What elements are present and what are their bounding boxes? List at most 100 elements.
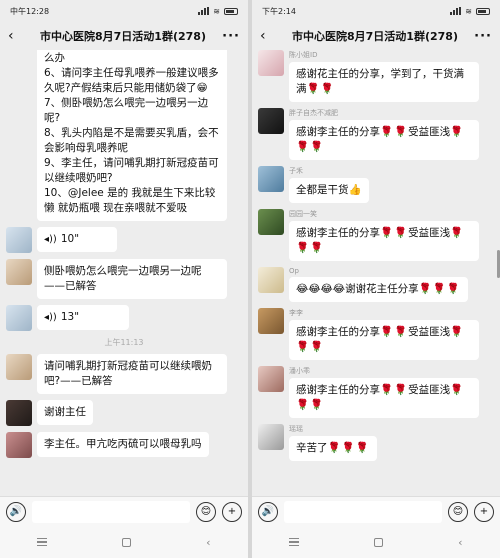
more-icon[interactable]: ··· bbox=[474, 29, 492, 44]
voice-message[interactable]: ◂)) 13" bbox=[37, 305, 129, 330]
avatar[interactable] bbox=[258, 108, 284, 134]
message: 潘小乖 感谢李主任的分享🌹🌹受益匪浅🌹🌹🌹 bbox=[252, 366, 500, 418]
plus-icon[interactable]: + bbox=[222, 501, 242, 522]
sender-name: 瑶瑶 bbox=[289, 425, 303, 433]
back-icon[interactable]: ‹ bbox=[260, 28, 276, 44]
system-nav-bar: ‹ bbox=[0, 526, 248, 558]
message-line: 7、侧卧喂奶怎么喂完一边喂另一边呢? bbox=[44, 97, 209, 124]
message: Op 😂😂😂😂谢谢花主任分享🌹🌹🌹 bbox=[252, 267, 500, 302]
battery-icon bbox=[224, 7, 238, 15]
avatar[interactable] bbox=[6, 400, 32, 426]
message-text: 受益匪浅 bbox=[408, 384, 451, 396]
emoji-icon[interactable]: 😊 bbox=[448, 501, 468, 522]
message: 李李 感谢李主任的分享🌹🌹受益匪浅🌹🌹🌹 bbox=[252, 308, 500, 360]
chat-header: ‹ 市中心医院8月7日活动1群(278) ··· bbox=[252, 22, 500, 50]
menu-icon[interactable] bbox=[37, 537, 48, 547]
message-text: 感谢李主任的分享 bbox=[296, 126, 380, 138]
message-text: 受益匪浅 bbox=[408, 227, 451, 239]
message-bubble[interactable]: 侧卧喂奶怎么喂完一边喂另一边呢——已解答 bbox=[37, 259, 227, 299]
plus-icon[interactable]: + bbox=[474, 501, 494, 522]
avatar[interactable] bbox=[258, 424, 284, 450]
avatar[interactable] bbox=[258, 267, 284, 293]
avatar[interactable] bbox=[258, 166, 284, 192]
message-line: 9、李主任，请问哺乳期打新冠疫苗可以继续喂奶吧? bbox=[44, 157, 219, 184]
rose-emoji: 🌹🌹 bbox=[306, 83, 335, 95]
avatar[interactable] bbox=[6, 259, 32, 285]
message: ◂)) 10" bbox=[0, 227, 248, 253]
message-bubble[interactable]: 谢谢主任 bbox=[37, 400, 93, 425]
battery-icon bbox=[476, 7, 490, 15]
message: 陈小姐ID 感谢花主任的分享，学到了，干货满满🌹🌹 bbox=[252, 50, 500, 102]
back-nav-icon[interactable]: ‹ bbox=[458, 536, 462, 549]
message: 谢谢主任 bbox=[0, 400, 248, 426]
sender-name: 李李 bbox=[289, 309, 303, 317]
sender-name: Op bbox=[289, 267, 299, 275]
sender-name: 胖子自杰不减肥 bbox=[289, 109, 338, 117]
avatar[interactable] bbox=[6, 227, 32, 253]
sender-name: 潘小乖 bbox=[289, 367, 310, 375]
avatar[interactable] bbox=[6, 354, 32, 380]
message-input[interactable] bbox=[284, 500, 442, 523]
home-icon[interactable] bbox=[122, 537, 132, 547]
message: 么办 6、请问李主任母乳喂养一般建议喂多久呢?产假结束后只能用储奶袋了😁 7、侧… bbox=[0, 50, 248, 221]
back-nav-icon[interactable]: ‹ bbox=[206, 536, 210, 549]
message-bubble[interactable]: 感谢李主任的分享🌹🌹受益匪浅🌹🌹🌹 bbox=[289, 320, 479, 360]
system-nav-bar: ‹ bbox=[252, 526, 500, 558]
message-text: 感谢李主任的分享 bbox=[296, 326, 380, 338]
home-icon[interactable] bbox=[374, 537, 384, 547]
right-phone: 下午2:14 ≋ ‹ 市中心医院8月7日活动1群(278) ··· 陈小姐ID … bbox=[252, 0, 500, 558]
back-icon[interactable]: ‹ bbox=[8, 28, 24, 44]
message: 园园一笑 感谢李主任的分享🌹🌹受益匪浅🌹🌹🌹 bbox=[252, 209, 500, 261]
chat-title: 市中心医院8月7日活动1群(278) bbox=[40, 30, 206, 43]
message-bubble[interactable]: 李主任。甲亢吃丙硫可以喂母乳吗 bbox=[37, 432, 209, 457]
menu-icon[interactable] bbox=[289, 537, 300, 547]
rose-emoji: 🌹🌹 bbox=[380, 326, 409, 338]
message-bubble[interactable]: 请问哺乳期打新冠疫苗可以继续喂奶吧?——已解答 bbox=[37, 354, 227, 394]
message-input[interactable] bbox=[32, 500, 190, 523]
message-text: 受益匪浅 bbox=[408, 326, 451, 338]
rose-emoji: 🌹🌹 bbox=[418, 283, 447, 295]
message: 请问哺乳期打新冠疫苗可以继续喂奶吧?——已解答 bbox=[0, 354, 248, 394]
chat-list[interactable]: 么办 6、请问李主任母乳喂养一般建议喂多久呢?产假结束后只能用储奶袋了😁 7、侧… bbox=[0, 50, 248, 496]
avatar[interactable] bbox=[258, 366, 284, 392]
avatar[interactable] bbox=[258, 50, 284, 76]
message: 子禾 全都是干货👍 bbox=[252, 166, 500, 203]
chat-title: 市中心医院8月7日活动1群(278) bbox=[292, 30, 458, 43]
rose-emoji: 🌹🌹 bbox=[380, 126, 409, 138]
status-icons: ≋ bbox=[450, 7, 490, 16]
message-bubble[interactable]: 感谢花主任的分享，学到了，干货满满🌹🌹 bbox=[289, 62, 479, 102]
chat-header: ‹ 市中心医院8月7日活动1群(278) ··· bbox=[0, 22, 248, 50]
avatar[interactable] bbox=[258, 308, 284, 334]
voice-duration: 13" bbox=[60, 311, 80, 323]
avatar[interactable] bbox=[6, 432, 32, 458]
message-line: 么办 bbox=[44, 52, 65, 64]
status-icons: ≋ bbox=[198, 7, 238, 16]
left-phone: 中午12:28 ≋ ‹ 市中心医院8月7日活动1群(278) ··· 么办 6、… bbox=[0, 0, 248, 558]
voice-duration: 10" bbox=[60, 233, 80, 245]
signal-icon bbox=[198, 7, 210, 15]
status-time: 中午12:28 bbox=[10, 6, 50, 16]
message-bubble[interactable]: 么办 6、请问李主任母乳喂养一般建议喂多久呢?产假结束后只能用储奶袋了😁 7、侧… bbox=[37, 50, 227, 221]
message-bubble[interactable]: 辛苦了🌹🌹🌹 bbox=[289, 436, 377, 461]
voice-message[interactable]: ◂)) 10" bbox=[37, 227, 117, 252]
rose-emoji: 🌹🌹 bbox=[380, 384, 409, 396]
sender-name: 园园一笑 bbox=[289, 210, 317, 218]
avatar[interactable] bbox=[258, 209, 284, 235]
more-icon[interactable]: ··· bbox=[222, 29, 240, 44]
message-bubble[interactable]: 😂😂😂😂谢谢花主任分享🌹🌹🌹 bbox=[289, 277, 468, 302]
chat-list[interactable]: 陈小姐ID 感谢花主任的分享，学到了，干货满满🌹🌹 胖子自杰不减肥 感谢李主任的… bbox=[252, 50, 500, 496]
message-bubble[interactable]: 全都是干货👍 bbox=[289, 178, 369, 203]
signal-icon bbox=[450, 7, 462, 15]
message-bubble[interactable]: 感谢李主任的分享🌹🌹受益匪浅🌹🌹🌹 bbox=[289, 221, 479, 261]
message-text: 辛苦了 bbox=[296, 442, 328, 454]
message-text: 感谢李主任的分享 bbox=[296, 384, 380, 396]
message: ◂)) 13" bbox=[0, 305, 248, 331]
voice-toggle-icon[interactable]: 🔊 bbox=[6, 501, 26, 522]
emoji-icon[interactable]: 😊 bbox=[196, 501, 216, 522]
message-bubble[interactable]: 感谢李主任的分享🌹🌹受益匪浅🌹🌹🌹 bbox=[289, 378, 479, 418]
timestamp: 上午11:13 bbox=[104, 338, 144, 347]
voice-toggle-icon[interactable]: 🔊 bbox=[258, 501, 278, 522]
avatar[interactable] bbox=[6, 305, 32, 331]
message: 瑶瑶 辛苦了🌹🌹🌹 bbox=[252, 424, 500, 461]
message-bubble[interactable]: 感谢李主任的分享🌹🌹受益匪浅🌹🌹🌹 bbox=[289, 120, 479, 160]
